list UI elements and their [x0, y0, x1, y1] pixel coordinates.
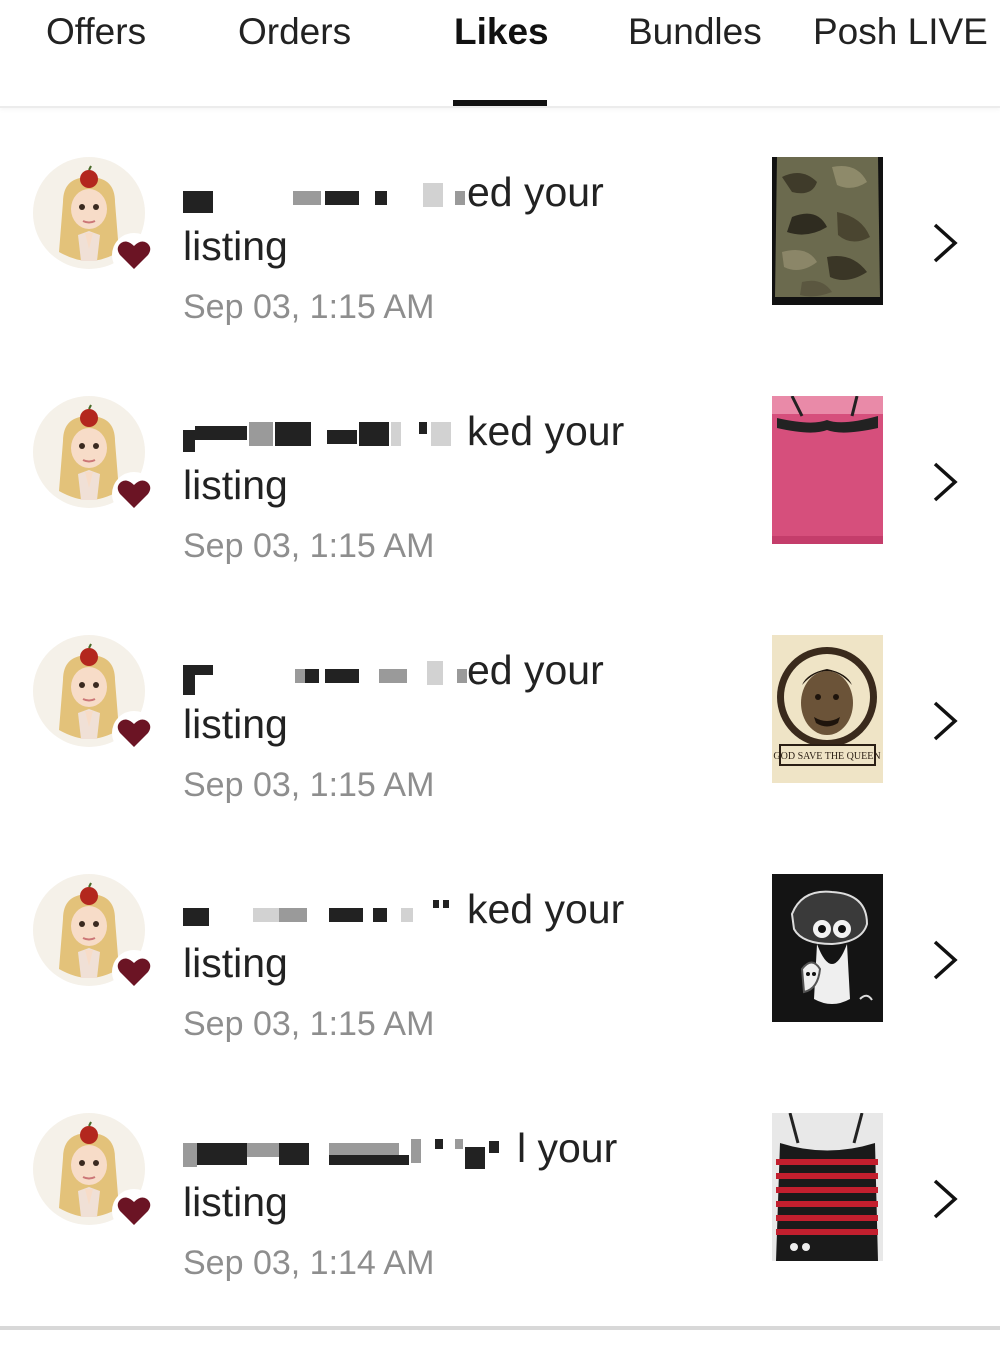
camouflage-item-photo[interactable]: [772, 157, 883, 305]
heart-icon: [117, 1197, 151, 1225]
action-text: l your: [517, 1125, 618, 1171]
bottom-divider: [0, 1326, 1000, 1330]
heart-icon: [117, 480, 151, 508]
timestamp: Sep 03, 1:14 AM: [183, 1244, 435, 1282]
redacted-username: [183, 1133, 513, 1170]
chevron-right-icon[interactable]: [925, 1177, 965, 1221]
notification-row[interactable]: ed your listing Sep 03, 1:15 AM GOD SAVE…: [0, 635, 1000, 874]
timestamp: Sep 03, 1:15 AM: [183, 288, 435, 326]
notification-text: ked your: [183, 884, 624, 934]
action-text: ked your: [467, 408, 625, 454]
heart-icon: [117, 241, 151, 269]
chevron-right-icon[interactable]: [925, 699, 965, 743]
active-tab-indicator: [453, 100, 547, 106]
heart-badge: [112, 950, 156, 994]
notification-row[interactable]: ed your listing Sep 03, 1:15 AM: [0, 157, 1000, 396]
notification-text: l your: [183, 1123, 617, 1173]
heart-badge: [112, 1189, 156, 1233]
tab-posh-live[interactable]: Posh LIVE: [813, 10, 988, 54]
action-text: ed your: [467, 647, 604, 693]
tab-orders[interactable]: Orders: [238, 10, 351, 54]
redacted-username: [183, 416, 463, 453]
redacted-username: [183, 177, 465, 214]
tab-offers[interactable]: Offers: [46, 10, 146, 54]
tab-likes[interactable]: Likes: [454, 10, 549, 54]
chevron-right-icon[interactable]: [925, 221, 965, 265]
notification-text-line2: listing: [183, 1179, 288, 1225]
notification-text-line2: listing: [183, 701, 288, 747]
redacted-username: [183, 894, 463, 930]
notification-row[interactable]: ked your listing Sep 03, 1:15 AM: [0, 874, 1000, 1113]
notification-text: ked your: [183, 406, 624, 456]
heart-badge: [112, 472, 156, 516]
tab-bar: Offers Orders Likes Bundles Posh LIVE: [0, 0, 1000, 108]
notification-text: ed your: [183, 167, 604, 217]
notification-text-line2: listing: [183, 940, 288, 986]
action-text: ked your: [467, 886, 625, 932]
tab-bundles[interactable]: Bundles: [628, 10, 762, 54]
notification-text-line2: listing: [183, 223, 288, 269]
notification-row[interactable]: l your listing Sep 03, 1:14 AM: [0, 1113, 1000, 1352]
timestamp: Sep 03, 1:15 AM: [183, 527, 435, 565]
chevron-right-icon[interactable]: [925, 938, 965, 982]
heart-badge: [112, 711, 156, 755]
heart-badge: [112, 233, 156, 277]
queen-tshirt-photo[interactable]: GOD SAVE THE QUEEN: [772, 635, 883, 783]
thumb-caption: GOD SAVE THE QUEEN: [773, 751, 880, 762]
redacted-username: [183, 655, 467, 696]
timestamp: Sep 03, 1:15 AM: [183, 766, 435, 804]
timestamp: Sep 03, 1:15 AM: [183, 1005, 435, 1043]
notification-row[interactable]: ked your listing Sep 03, 1:15 AM: [0, 396, 1000, 635]
notification-text: ed your: [183, 645, 604, 696]
chevron-right-icon[interactable]: [925, 460, 965, 504]
striped-top-photo[interactable]: [772, 1113, 883, 1261]
heart-icon: [117, 719, 151, 747]
pink-top-photo[interactable]: [772, 396, 883, 544]
action-text: ed your: [467, 169, 604, 215]
notification-text-line2: listing: [183, 462, 288, 508]
black-graphic-tshirt-photo[interactable]: [772, 874, 883, 1022]
heart-icon: [117, 958, 151, 986]
